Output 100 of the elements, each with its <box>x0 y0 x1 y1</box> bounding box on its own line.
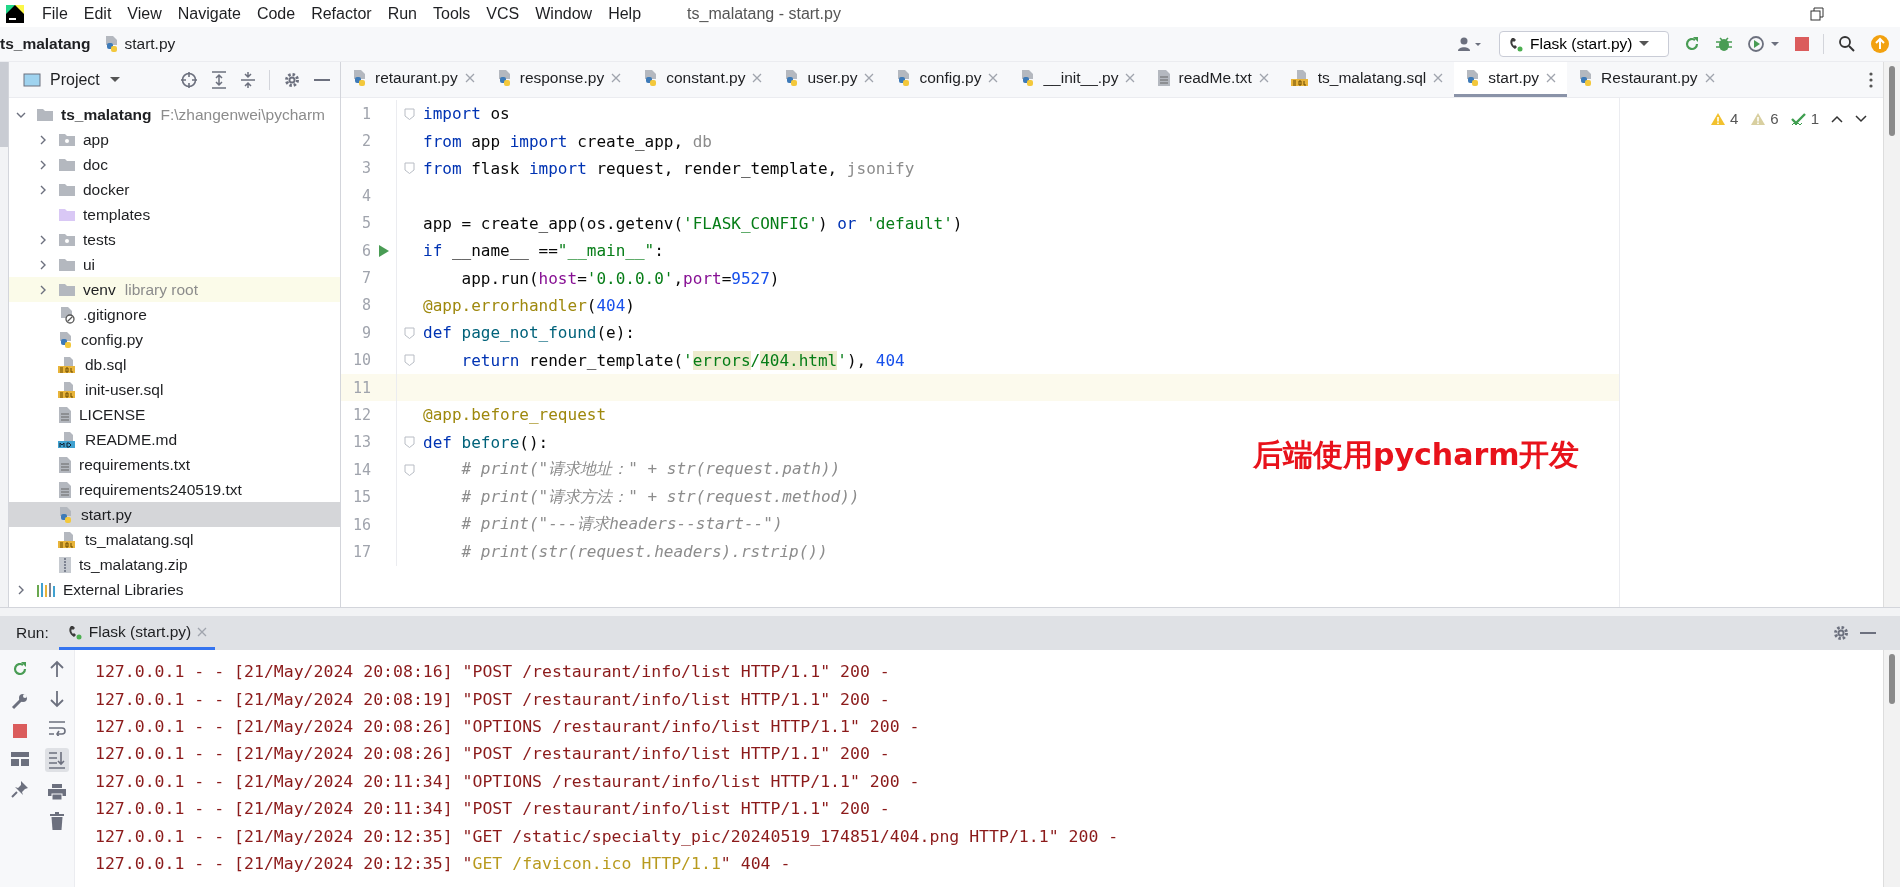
editor-tab[interactable]: Restaurant.py <box>1567 62 1726 97</box>
expand-all-icon[interactable] <box>211 70 227 89</box>
scroll-to-end-button[interactable] <box>45 748 69 772</box>
tree-item[interactable]: doc <box>9 152 340 177</box>
tree-item[interactable]: config.py <box>9 327 340 352</box>
tree-item[interactable]: docker <box>9 177 340 202</box>
editor-tab[interactable]: __init__.py <box>1009 62 1147 97</box>
tree-item[interactable]: README.md <box>9 427 340 452</box>
arrow-down-icon[interactable] <box>50 690 64 708</box>
inspection-count[interactable]: 4 <box>1709 110 1739 127</box>
minimize-icon[interactable] <box>1860 631 1876 635</box>
previous-highlight-icon[interactable] <box>1831 114 1843 123</box>
breadcrumb-item[interactable]: ts_malatang <box>0 35 91 53</box>
layout-icon[interactable] <box>11 752 29 766</box>
line-number: 12 <box>351 406 371 424</box>
scrollbar[interactable] <box>1889 654 1895 704</box>
settings-icon[interactable] <box>1832 624 1850 642</box>
menu-item[interactable]: Run <box>387 4 417 23</box>
line-number: 10 <box>351 351 371 370</box>
close-icon[interactable] <box>1433 73 1444 83</box>
locate-icon[interactable] <box>180 70 198 89</box>
print-icon[interactable] <box>48 784 66 800</box>
close-icon[interactable] <box>1125 73 1136 83</box>
tree-item[interactable]: start.py <box>9 502 340 527</box>
editor-tab[interactable]: constant.py <box>632 62 774 97</box>
tree-item[interactable]: templates <box>9 202 340 227</box>
run-configuration-dropdown[interactable]: Flask (start.py) <box>1499 31 1669 57</box>
bug-icon[interactable] <box>1715 35 1733 53</box>
tree-item[interactable]: db.sql <box>9 352 340 377</box>
menu-item[interactable]: Help <box>608 4 642 23</box>
menu-item[interactable]: VCS <box>486 4 520 23</box>
tree-item[interactable]: ts_malatang.sql <box>9 527 340 552</box>
inspection-count[interactable]: 6 <box>1750 110 1779 127</box>
tree-item[interactable]: requirements.txt <box>9 452 340 477</box>
run-tab[interactable]: Flask (start.py) <box>58 616 216 650</box>
rerun-icon[interactable] <box>11 660 29 678</box>
menu-item[interactable]: Tools <box>433 4 471 23</box>
editor-tab[interactable]: start.py <box>1454 62 1568 97</box>
tree-item[interactable]: .gitignore <box>9 302 340 327</box>
pin-icon[interactable] <box>11 780 29 798</box>
line-number: 14 <box>351 460 371 479</box>
close-icon[interactable] <box>1258 73 1269 83</box>
tree-item[interactable]: venv library root <box>9 277 340 302</box>
search-icon[interactable] <box>1838 35 1856 53</box>
inspection-count[interactable]: 1 <box>1790 110 1819 127</box>
run-icon[interactable] <box>377 243 390 258</box>
menu-item[interactable]: File <box>42 4 68 23</box>
editor-tab[interactable]: response.py <box>485 62 633 97</box>
line-number: 8 <box>360 296 371 315</box>
rerun-icon[interactable] <box>1683 35 1701 53</box>
close-icon[interactable] <box>464 73 475 83</box>
editor-tab[interactable]: readMe.txt <box>1146 62 1280 97</box>
coverage-icon[interactable] <box>1747 35 1781 53</box>
close-icon[interactable] <box>197 626 208 637</box>
trash-icon[interactable] <box>50 812 64 830</box>
next-highlight-icon[interactable] <box>1855 114 1867 123</box>
close-icon[interactable] <box>1704 73 1715 83</box>
settings-icon[interactable] <box>283 70 301 89</box>
log-line: 127.0.0.1 - - [21/May/2024 20:12:35] "GET /favicon.ico HTTP/1.1" 404 - <box>95 852 792 875</box>
project-view-selector[interactable]: Project <box>23 70 121 89</box>
tree-item[interactable]: requirements240519.txt <box>9 477 340 502</box>
tree-item[interactable]: ui <box>9 252 340 277</box>
scrollbar[interactable] <box>1889 66 1895 136</box>
code-line: # print("请求地址：" + str(request.path)) <box>460 459 841 481</box>
line-number: 6 <box>360 241 371 260</box>
text-file-icon <box>1157 69 1172 87</box>
tree-item[interactable]: LICENSE <box>9 402 340 427</box>
menu-item[interactable]: Code <box>256 4 296 23</box>
close-icon[interactable] <box>988 73 999 83</box>
more-icon[interactable] <box>1869 71 1873 88</box>
tree-item[interactable]: External Libraries <box>9 577 340 602</box>
menu-item[interactable]: Navigate <box>177 4 241 23</box>
tree-item[interactable]: ts_malatang F:\zhangenwei\pycharm <box>9 102 340 127</box>
close-icon[interactable] <box>1546 73 1557 83</box>
menu-item[interactable]: Refactor <box>311 4 372 23</box>
menu-item[interactable]: Window <box>535 4 593 23</box>
editor-tab[interactable]: user.py <box>773 62 886 97</box>
menu-item[interactable]: View <box>127 4 162 23</box>
line-number: 17 <box>351 542 371 561</box>
log-line: 127.0.0.1 - - [21/May/2024 20:08:26] "POST /restaurant/info/list HTTP/1.1" 200 - <box>95 743 891 766</box>
close-icon[interactable] <box>864 73 875 83</box>
tree-item[interactable]: app <box>9 127 340 152</box>
folder-icon <box>36 107 54 122</box>
close-icon[interactable] <box>752 73 763 83</box>
tree-item[interactable]: init-user.sql <box>9 377 340 402</box>
menu-item[interactable]: Edit <box>83 4 112 23</box>
update-icon[interactable] <box>1870 34 1890 54</box>
line-number: 3 <box>360 159 371 178</box>
soft-wrap-icon[interactable] <box>48 720 66 736</box>
editor-tab[interactable]: config.py <box>885 62 1010 97</box>
editor-tab[interactable]: ts_malatang.sql <box>1279 62 1455 97</box>
collapse-all-icon[interactable] <box>240 70 256 89</box>
close-icon[interactable] <box>611 73 622 83</box>
tree-item[interactable]: tests <box>9 227 340 252</box>
tree-item[interactable]: ts_malatang.zip <box>9 552 340 577</box>
wrench-icon[interactable] <box>11 692 29 710</box>
breadcrumb-item[interactable]: start.py <box>104 35 176 53</box>
arrow-up-icon[interactable] <box>50 660 64 678</box>
editor-tab[interactable]: retaurant.py <box>341 62 486 97</box>
restore-window-icon[interactable] <box>1810 6 1824 21</box>
